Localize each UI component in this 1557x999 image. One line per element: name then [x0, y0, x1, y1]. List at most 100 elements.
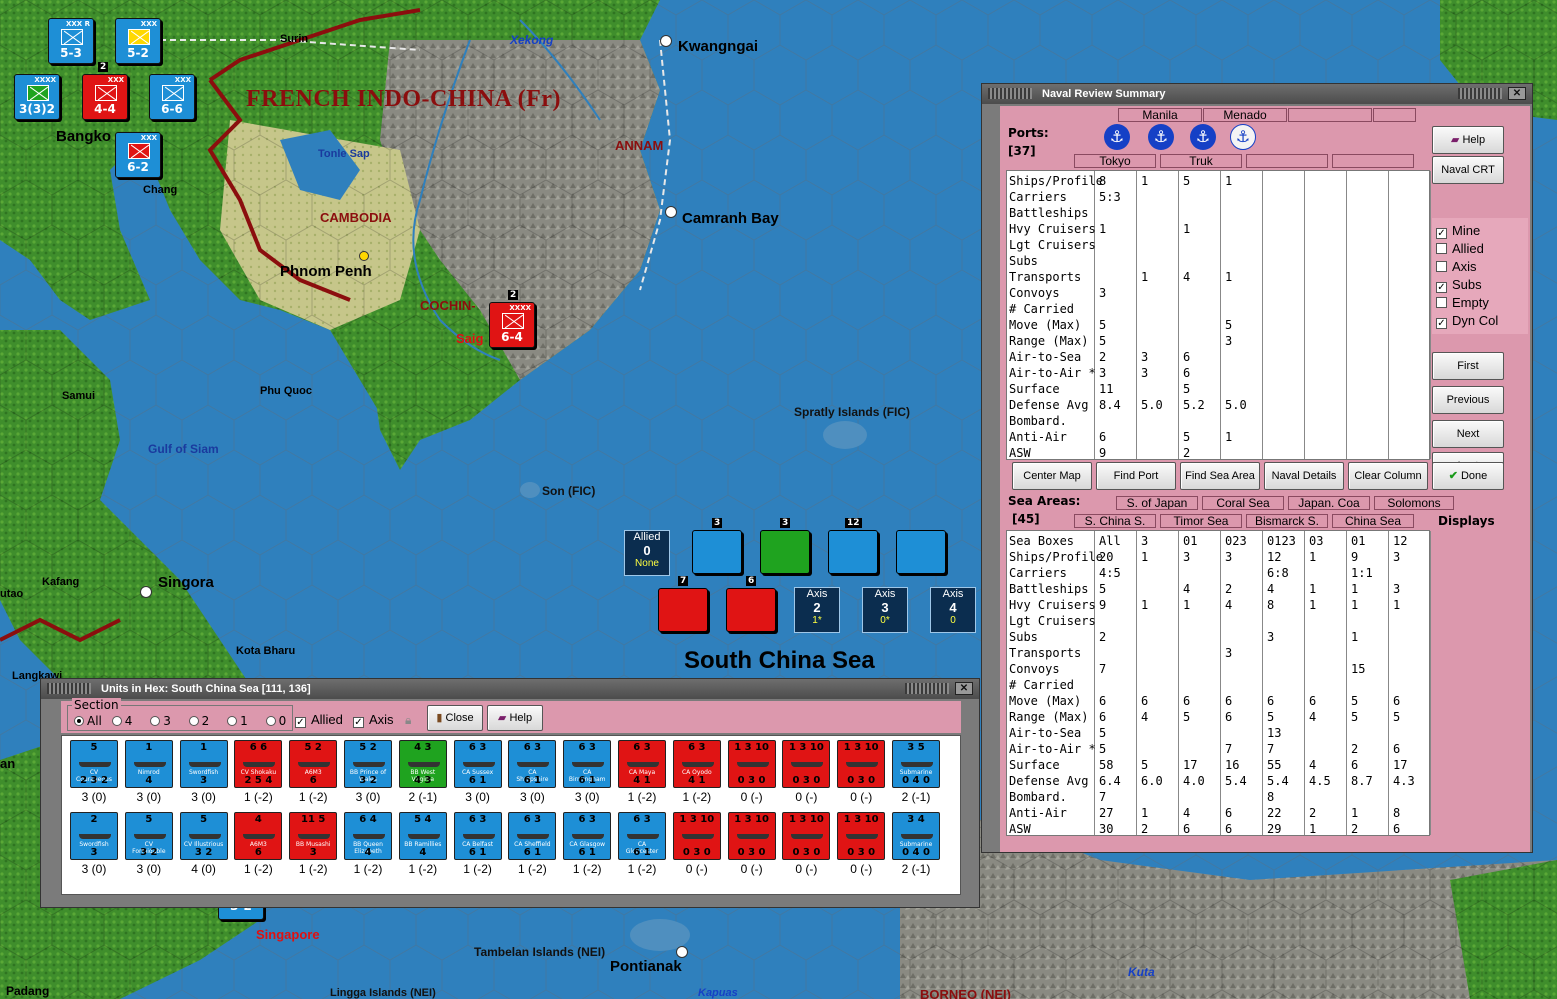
filter-subs-checkbox[interactable]: ✓ Subs	[1436, 276, 1482, 294]
lock-icon[interactable]: 🔒︎	[405, 713, 411, 728]
land-unit-counter[interactable]: XXX 4-4	[82, 74, 128, 120]
port-column-header[interactable]	[1288, 108, 1372, 122]
data-column[interactable]	[1221, 531, 1263, 835]
port-icon[interactable]	[660, 35, 672, 47]
anchor-icon[interactable]: ⚓	[1104, 124, 1130, 150]
window-title-bar[interactable]: Units in Hex: South China Sea [111, 136]…	[41, 679, 979, 699]
next-button[interactable]: Next	[1432, 420, 1504, 448]
naval-stack-counter[interactable]	[896, 530, 946, 574]
allied-sea-box[interactable]: Allied 0 None	[624, 530, 670, 576]
naval-unit-counter[interactable]: 1 3 10 0 3 0	[782, 740, 831, 788]
allied-checkbox[interactable]: ✓ Allied	[295, 711, 343, 729]
naval-unit-counter[interactable]: 6 3 CA Oyodo 4 1	[672, 740, 721, 788]
naval-unit-counter[interactable]: 2 Swordfish 3	[70, 812, 118, 860]
sea-column-header[interactable]: Timor Sea	[1160, 514, 1242, 528]
data-column[interactable]	[1137, 531, 1179, 835]
naval-unit-counter[interactable]: 5 CV Courageous 2 3 2	[70, 740, 118, 788]
naval-unit-counter[interactable]: 1 3 10 0 3 0	[727, 812, 776, 860]
sea-column-header[interactable]: Coral Sea	[1202, 496, 1284, 510]
find-port-button[interactable]: Find Port	[1096, 462, 1176, 490]
naval-stack-counter[interactable]	[828, 530, 878, 574]
first-button[interactable]: First	[1432, 352, 1504, 380]
naval-unit-counter[interactable]: 1 3 10 0 3 0	[672, 812, 721, 860]
data-column[interactable]	[1305, 171, 1347, 459]
land-unit-counter[interactable]: XXXX 3(3)2	[14, 74, 60, 120]
naval-unit-counter[interactable]: 1 Nimrod 4	[124, 740, 173, 788]
anchor-icon[interactable]: ⚓	[1230, 124, 1256, 150]
naval-unit-counter[interactable]: 1 3 10 0 3 0	[782, 812, 831, 860]
filter-dyn-col-checkbox[interactable]: ✓ Dyn Col	[1436, 312, 1498, 330]
anchor-icon[interactable]: ⚓	[1148, 124, 1174, 150]
help-button[interactable]: ▰ Help	[1432, 126, 1504, 154]
drag-grip[interactable]	[988, 88, 1032, 99]
section-radio-4[interactable]: 4	[111, 714, 132, 728]
naval-unit-counter[interactable]: 6 3 CA Maya 4 1	[618, 740, 666, 788]
previous-button[interactable]: Previous	[1432, 386, 1504, 414]
data-column[interactable]	[1179, 531, 1221, 835]
naval-unit-counter[interactable]: 3 5 Submarine 0 4 0	[892, 740, 940, 788]
port-summary-table[interactable]: Ships/Profile Carriers Battleships Hvy Crui…	[1006, 170, 1431, 460]
units-grid[interactable]: 5 CV Courageous 2 3 2 3 (0) 1 Nimrod 4 3 (0) 1 Sw…	[61, 735, 961, 895]
sea-column-header[interactable]: S. China S.	[1074, 514, 1156, 528]
sea-column-header[interactable]: Bismarck S.	[1246, 514, 1328, 528]
naval-review-window[interactable]: Naval Review Summary ✕ Ports: [37] Manil…	[981, 83, 1533, 853]
city-marker-icon[interactable]	[359, 251, 369, 261]
naval-unit-counter[interactable]: 6 4 BB Queen Elizabeth 4	[344, 812, 392, 860]
port-column-header[interactable]	[1332, 154, 1414, 168]
naval-unit-counter[interactable]: 1 3 10 0 3 0	[837, 740, 886, 788]
naval-unit-counter[interactable]: 1 Swordfish 3	[179, 740, 228, 788]
close-button[interactable]: ▮ Close	[427, 705, 483, 731]
naval-unit-counter[interactable]: 5 2 A6M3 6	[289, 740, 338, 788]
sea-column-header[interactable]: S. of Japan	[1116, 496, 1198, 510]
clear-column-button[interactable]: Clear Column	[1348, 462, 1428, 490]
axis-checkbox[interactable]: ✓ Axis	[353, 711, 394, 729]
axis-sea-box[interactable]: Axis 3 0*	[862, 587, 908, 633]
close-icon[interactable]: ✕	[1508, 87, 1526, 100]
naval-stack-counter[interactable]	[692, 530, 742, 574]
section-radio-2[interactable]: 2	[188, 714, 209, 728]
naval-unit-counter[interactable]: 6 3 CA Sheffield 6 1	[508, 812, 557, 860]
data-column[interactable]	[1305, 531, 1347, 835]
help-button[interactable]: ▰ Help	[487, 705, 543, 731]
naval-unit-counter[interactable]: 6 3 CA Belfast 6 1	[453, 812, 502, 860]
port-column-header[interactable]	[1246, 154, 1328, 168]
naval-unit-counter[interactable]: 6 3 CA Glasgow 6 1	[563, 812, 612, 860]
data-column[interactable]	[1389, 171, 1431, 459]
axis-sea-box[interactable]: Axis 2 1*	[794, 587, 840, 633]
naval-unit-counter[interactable]: 1 3 10 0 3 0	[837, 812, 886, 860]
naval-unit-counter[interactable]: 6 3 CA Birmingham 6 1	[563, 740, 612, 788]
find-sea-area-button[interactable]: Find Sea Area	[1180, 462, 1260, 490]
naval-crt-button[interactable]: Naval CRT	[1432, 156, 1504, 184]
port-column-header[interactable]: Truk	[1160, 154, 1242, 168]
data-column[interactable]	[1179, 171, 1221, 459]
naval-unit-counter[interactable]: 11 5 BB Musashi 3	[289, 812, 338, 860]
filter-empty-checkbox[interactable]: Empty	[1436, 294, 1489, 312]
naval-details-button[interactable]: Naval Details	[1264, 462, 1344, 490]
naval-stack-counter[interactable]	[658, 588, 708, 632]
naval-unit-counter[interactable]: 1 3 10 0 3 0	[727, 740, 776, 788]
data-column[interactable]	[1095, 171, 1137, 459]
sea-column-header[interactable]: China Sea	[1332, 514, 1414, 528]
section-radio-all[interactable]: All	[74, 714, 102, 728]
data-column[interactable]	[1263, 171, 1305, 459]
port-column-header[interactable]: Tokyo	[1074, 154, 1156, 168]
section-radio-1[interactable]: 1	[227, 714, 248, 728]
units-in-hex-window[interactable]: Units in Hex: South China Sea [111, 136]…	[40, 678, 980, 908]
naval-stack-counter[interactable]	[760, 530, 810, 574]
section-radio-0[interactable]: 0	[265, 714, 286, 728]
filter-allied-checkbox[interactable]: Allied	[1436, 240, 1484, 258]
data-column[interactable]	[1389, 531, 1431, 835]
port-column-header[interactable]: Manila	[1118, 108, 1202, 122]
naval-unit-counter[interactable]: 6 6 CV Shokaku 2 5 4	[234, 740, 283, 788]
naval-unit-counter[interactable]: 5 2 BB Prince of Wales 3 2	[344, 740, 392, 788]
naval-unit-counter[interactable]: 3 4 Submarine 0 4 0	[892, 812, 940, 860]
port-icon[interactable]	[676, 946, 688, 958]
naval-unit-counter[interactable]: 5 CV Illustrious 3 2	[179, 812, 228, 860]
data-column[interactable]	[1221, 171, 1263, 459]
naval-unit-counter[interactable]: 5 4 BB Ramillies 4	[398, 812, 447, 860]
naval-unit-counter[interactable]: 4 3 BB West Virginia 4 3	[398, 740, 447, 788]
close-icon[interactable]: ✕	[955, 682, 973, 695]
filter-mine-checkbox[interactable]: ✓ Mine	[1436, 222, 1480, 240]
data-column[interactable]	[1347, 171, 1389, 459]
port-column-header[interactable]	[1373, 108, 1416, 122]
